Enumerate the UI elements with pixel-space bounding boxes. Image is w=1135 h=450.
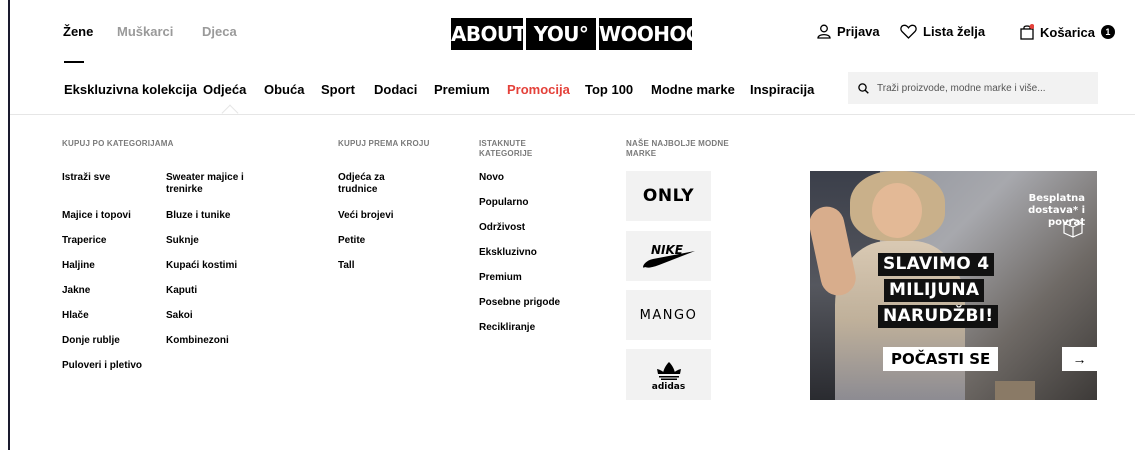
banner-person [872,183,922,238]
gender-tab-kids[interactable]: Djeca [202,24,237,39]
menu-link[interactable]: Kaputi [166,285,197,297]
menu-link[interactable]: Bluze i tunike [166,210,230,222]
shopping-bag-icon [1020,24,1034,40]
badge-line: Besplatna [1028,193,1085,204]
nike-logo-icon: NIKE [642,243,695,268]
arrow-right-icon[interactable]: → [1062,347,1097,371]
menu-link[interactable]: Hlače [62,310,89,322]
menu-link[interactable]: Jakne [62,285,90,297]
fit-title: KUPUJ PREMA KROJU [338,139,430,148]
site-logo[interactable]: ABOUT YOU° WOOHOO [451,18,692,50]
search-icon [858,82,869,94]
nav-item-top-100[interactable]: Top 100 [585,82,633,97]
highlight-title: ISTAKNUTE KATEGORIJE [479,139,533,158]
logo-part: ABOUT [451,18,523,50]
badge-line: dostava* i [1028,205,1085,216]
brand-tile-only[interactable]: ONLY [626,171,711,221]
gender-tab-men[interactable]: Muškarci [117,24,173,39]
cta-button[interactable]: POČASTI SE [883,347,999,371]
menu-link[interactable]: Puloveri i pletivo [62,360,142,372]
only-logo: ONLY [642,186,695,206]
nav-item-inspiracija[interactable]: Inspiracija [750,82,814,97]
brand-tile-adidas[interactable]: adidas [626,349,711,400]
wishlist-button[interactable]: Lista želja [900,24,985,39]
login-label: Prijava [837,24,880,39]
wishlist-label: Lista želja [923,24,986,39]
active-nav-pointer [221,104,239,122]
heart-icon [900,24,917,39]
brands-title: NAŠE NAJBOLJE MODNE MARKE [626,139,729,158]
menu-link[interactable]: Sakoi [166,310,193,322]
active-gender-underline [64,61,84,63]
headline-line: MILIJUNA [884,279,985,302]
menu-link[interactable]: Suknje [166,235,199,247]
nav-item-ekskluzivna-kolekcija[interactable]: Ekskluzivna kolekcija [64,82,197,97]
menu-link[interactable]: Istraži sve [62,172,110,184]
menu-link[interactable]: Majice i topovi [62,210,131,222]
headline-line: NARUDŽBI! [878,305,999,328]
adidas-wordmark: adidas [651,382,686,392]
headline-line: SLAVIMO 4 [878,253,995,276]
cart-label: Košarica [1040,24,1095,40]
mango-logo: MANGO [639,307,698,323]
menu-link[interactable]: Odjeća za trudnice [338,172,408,196]
menu-link[interactable]: Kupaći kostimi [166,260,237,272]
nav-item-dodaci[interactable]: Dodaci [374,82,417,97]
nav-item-odjeca[interactable]: Odjeća [203,82,246,97]
menu-link[interactable]: Održivost [479,222,525,234]
nav-item-premium[interactable]: Premium [434,82,490,97]
gender-tab-women[interactable]: Žene [63,24,93,39]
menu-link[interactable]: Donje rublje [62,335,120,347]
categories-title: KUPUJ PO KATEGORIJAMA [62,139,174,148]
search-box[interactable] [848,72,1098,104]
menu-link[interactable]: Haljine [62,260,95,272]
main-navigation: Ekskluzivna kolekcija Odjeća Obuća Sport… [10,64,1135,122]
menu-link[interactable]: Premium [479,272,522,284]
banner-box [995,381,1035,400]
nav-item-promocija[interactable]: Promocija [507,82,570,97]
menu-link[interactable]: Recikliranje [479,322,535,334]
logo-part: WOOHOO [599,18,692,50]
menu-link[interactable]: Ekskluzivno [479,247,537,259]
menu-link[interactable]: Traperice [62,235,106,247]
nav-item-modne-marke[interactable]: Modne marke [651,82,735,97]
login-button[interactable]: Prijava [817,24,880,39]
brand-tile-nike[interactable]: NIKE [626,231,711,281]
brand-tile-mango[interactable]: MANGO [626,290,711,340]
logo-part: YOU° [526,18,596,50]
menu-link[interactable]: Posebne prigode [479,297,560,309]
menu-link[interactable]: Veći brojevi [338,210,394,222]
menu-link[interactable]: Popularno [479,197,528,209]
search-input[interactable] [877,82,1087,94]
menu-link[interactable]: Kombinezoni [166,335,229,347]
top-header: Žene Muškarci Djeca ABOUT YOU° WOOHOO Pr… [10,8,1135,64]
nav-divider [10,114,1135,115]
menu-link[interactable]: Novo [479,172,504,184]
menu-link[interactable]: Petite [338,235,365,247]
package-icon [1063,218,1083,238]
cart-count-badge: 1 [1100,25,1115,39]
user-icon [817,24,831,39]
nav-item-sport[interactable]: Sport [321,82,355,97]
menu-link[interactable]: Tall [338,260,354,272]
nav-item-obuca[interactable]: Obuća [264,82,304,97]
cart-button[interactable]: Košarica 1 [1020,24,1115,40]
menu-link[interactable]: Sweater majice i trenirke [166,172,266,196]
promo-banner[interactable]: Besplatna dostava* i povrat SLAVIMO 4 MI… [810,171,1097,400]
adidas-logo-icon [656,362,681,380]
